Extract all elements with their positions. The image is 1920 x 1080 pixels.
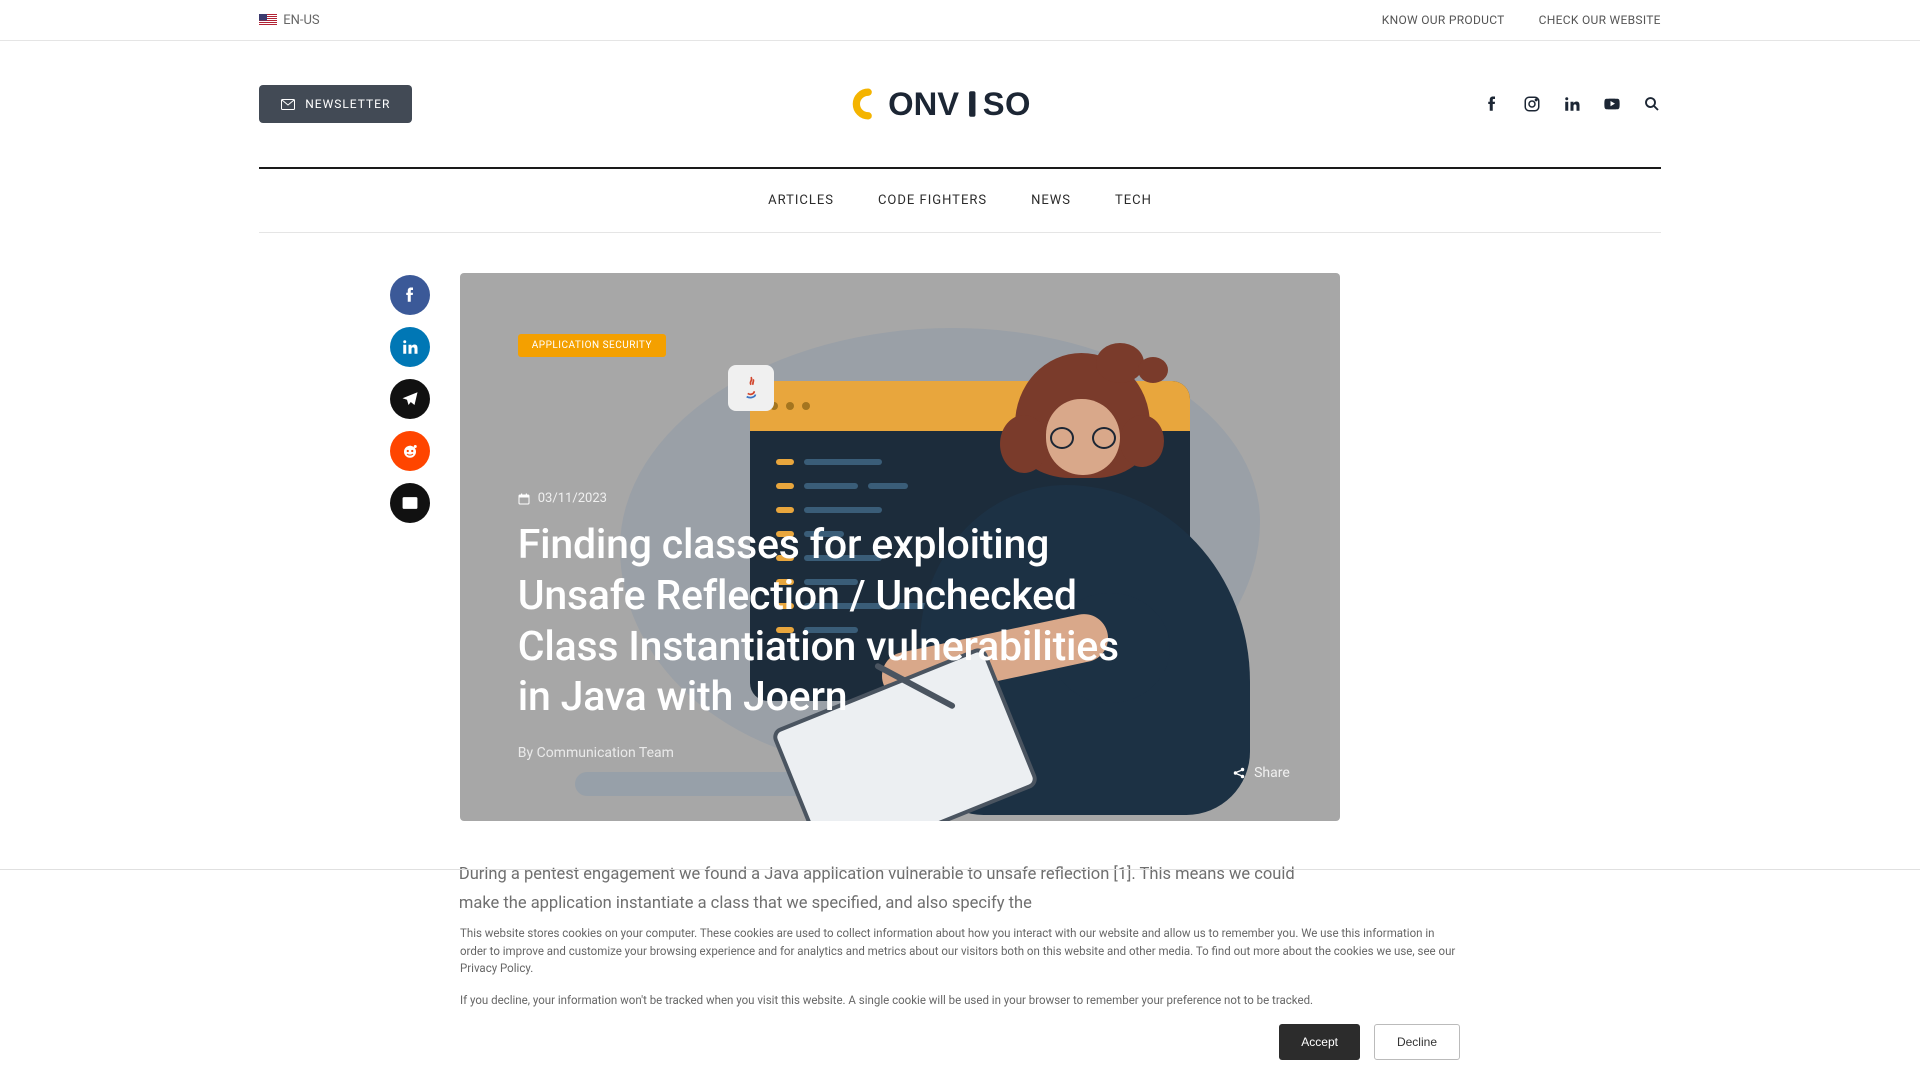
svg-text:ONV: ONV [888,85,959,122]
share-reddit[interactable] [390,431,430,471]
site-logo[interactable]: ONV SO [845,84,1075,124]
article-title: Finding classes for exploiting Unsafe Re… [518,520,1158,723]
language-selector[interactable]: EN-US [259,13,319,28]
site-header: NEWSLETTER ONV SO [0,41,1920,167]
top-bar: EN-US KNOW OUR PRODUCT CHECK OUR WEBSITE [0,0,1920,41]
cookie-divider [0,869,1920,870]
top-links: KNOW OUR PRODUCT CHECK OUR WEBSITE [1382,13,1661,27]
nav-code-fighters[interactable]: CODE FIGHTERS [878,193,987,208]
by-prefix: By [518,745,537,761]
hero-overlay: APPLICATION SECURITY 03/11/2023 Finding … [460,273,1340,821]
share-telegram[interactable] [390,379,430,419]
cookie-banner: This website stores cookies on your comp… [460,925,1460,1060]
newsletter-button[interactable]: NEWSLETTER [259,85,412,123]
nav-news[interactable]: NEWS [1031,193,1071,208]
share-facebook[interactable] [390,275,430,315]
instagram-icon[interactable] [1523,95,1541,113]
share-email[interactable] [390,483,430,523]
cookie-text-1: This website stores cookies on your comp… [460,925,1460,978]
newsletter-label: NEWSLETTER [305,97,390,111]
calendar-icon [518,493,530,505]
linkedin-icon[interactable] [1563,95,1581,113]
svg-text:SO: SO [983,85,1031,122]
byline: By Communication Team [518,745,1290,761]
share-icon [1232,766,1246,780]
author[interactable]: Communication Team [537,745,674,761]
language-label: EN-US [283,13,319,28]
accept-button[interactable]: Accept [1279,1024,1360,1060]
share-toggle[interactable]: Share [1232,765,1290,781]
article-hero: APPLICATION SECURITY 03/11/2023 Finding … [460,273,1340,821]
social-icons [1483,95,1661,113]
share-label: Share [1254,765,1290,781]
date-row: 03/11/2023 [518,491,1290,506]
check-website-link[interactable]: CHECK OUR WEBSITE [1539,13,1661,27]
nav-articles[interactable]: ARTICLES [768,193,834,208]
cookie-text-2: If you decline, your information won't b… [460,992,1460,1010]
decline-button[interactable]: Decline [1374,1024,1460,1060]
envelope-icon [281,99,295,110]
content-wrap: APPLICATION SECURITY 03/11/2023 Finding … [0,233,1920,821]
facebook-icon[interactable] [1483,95,1501,113]
nav-tech[interactable]: TECH [1115,193,1152,208]
main-nav: ARTICLES CODE FIGHTERS NEWS TECH [259,169,1661,233]
know-product-link[interactable]: KNOW OUR PRODUCT [1382,13,1505,27]
share-linkedin[interactable] [390,327,430,367]
cookie-buttons: Accept Decline [460,1024,1460,1060]
category-tag[interactable]: APPLICATION SECURITY [518,334,666,357]
search-icon[interactable] [1643,95,1661,113]
youtube-icon[interactable] [1603,95,1621,113]
us-flag-icon [259,14,277,26]
share-column [390,273,430,821]
article-date: 03/11/2023 [538,491,607,506]
